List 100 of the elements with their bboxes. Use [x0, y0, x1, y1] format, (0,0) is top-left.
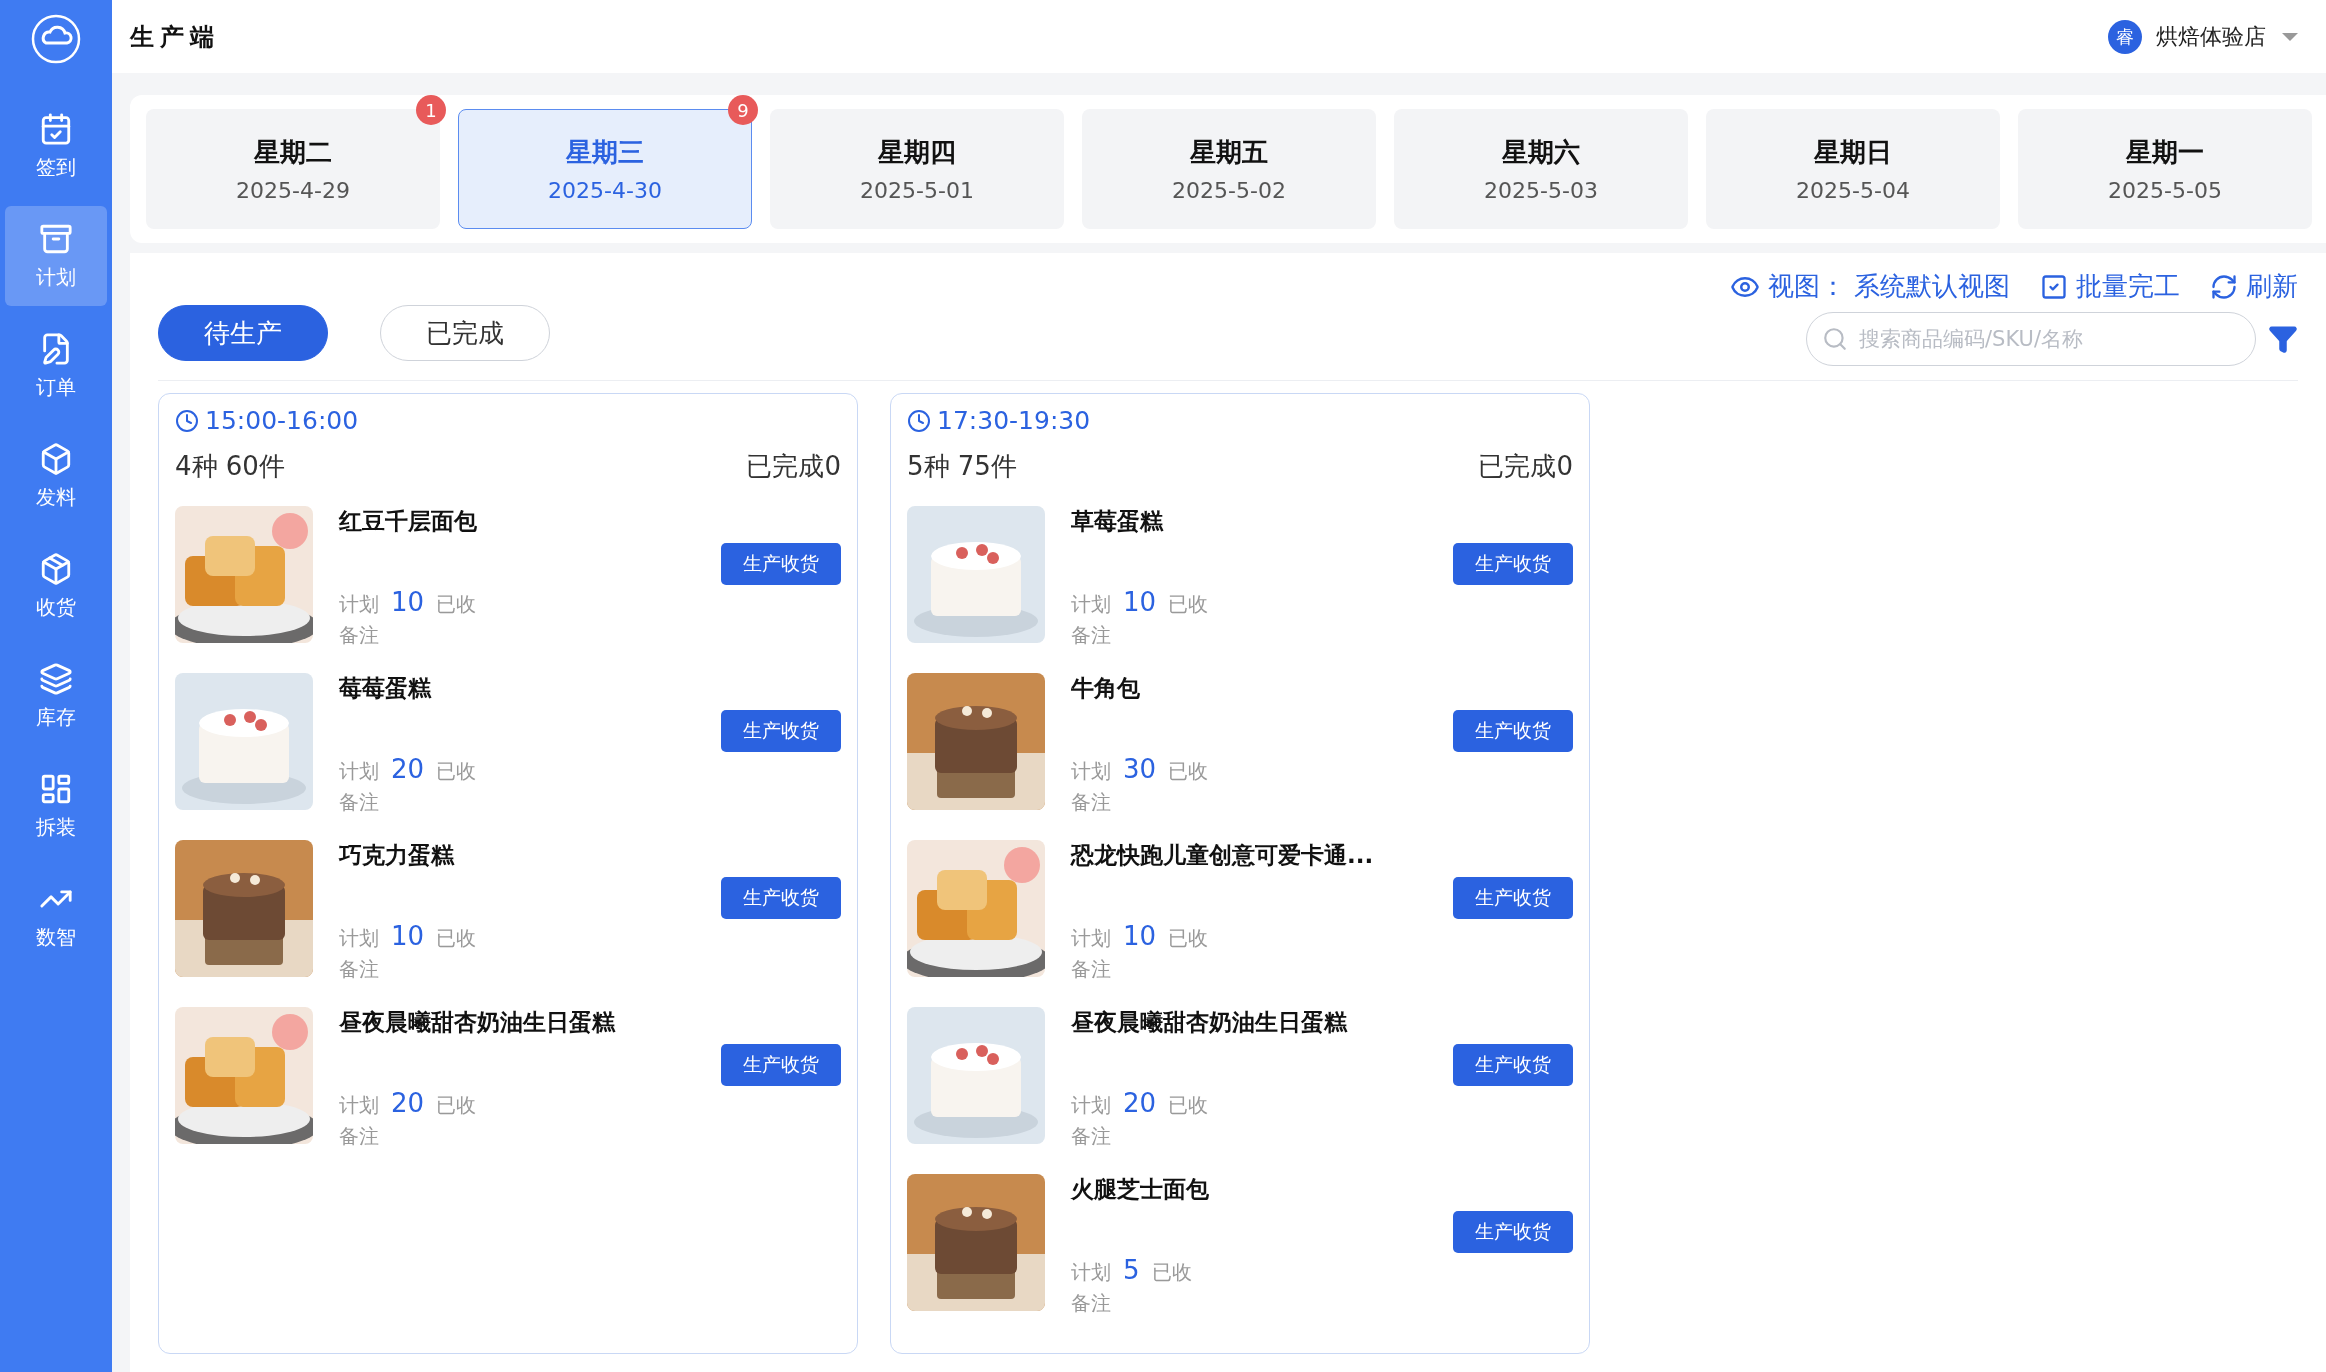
status-tab[interactable]: 已完成: [380, 305, 550, 361]
date: 2025-5-04: [1796, 178, 1910, 203]
plan-quantity: 20: [391, 754, 425, 784]
product-name: 昼夜晨曦甜杏奶油生日蛋糕: [339, 1008, 617, 1037]
sidebar-item[interactable]: 签到: [5, 96, 107, 196]
checkbox-icon: [2040, 272, 2068, 301]
slot-summary: 4种 60件: [175, 450, 285, 483]
plan-label: 计划: [1071, 925, 1111, 952]
view-name: 系统默认视图: [1854, 270, 2010, 303]
weekday: 星期日: [1814, 136, 1892, 169]
receive-button[interactable]: 生产收货: [1453, 1044, 1573, 1086]
nav-label: 订单: [36, 373, 76, 401]
day-tab[interactable]: 星期四 2025-5-01: [770, 109, 1064, 229]
nav-label: 计划: [36, 263, 76, 291]
nav-icon: [39, 551, 73, 586]
product-name: 巧克力蛋糕: [339, 841, 456, 870]
time-range: 17:30-19:30: [937, 406, 1091, 435]
product-name: 火腿芝士面包: [1071, 1175, 1210, 1204]
note-label: 备注: [1071, 1290, 1112, 1317]
note-label: 备注: [339, 622, 380, 649]
plan-label: 计划: [1071, 758, 1111, 785]
filter-icon[interactable]: [2268, 324, 2298, 354]
product-name: 牛角包: [1071, 674, 1141, 703]
plan-quantity: 10: [1123, 921, 1157, 951]
received-label: 已收: [1168, 758, 1209, 785]
weekday: 星期一: [2126, 136, 2204, 169]
page-title: 生产端: [130, 21, 220, 53]
note-label: 备注: [339, 956, 380, 983]
sidebar-item[interactable]: 订单: [5, 316, 107, 416]
receive-button[interactable]: 生产收货: [1453, 877, 1573, 919]
plan-quantity: 5: [1123, 1255, 1140, 1285]
nav-label: 数智: [36, 923, 76, 951]
weekday: 星期五: [1190, 136, 1268, 169]
batch-complete-button[interactable]: 批量完工: [2040, 269, 2180, 304]
refresh-label: 刷新: [2246, 270, 2298, 303]
sidebar-item[interactable]: 发料: [5, 426, 107, 526]
nav-label: 拆装: [36, 813, 76, 841]
plan-quantity: 20: [1123, 1088, 1157, 1118]
view-selector[interactable]: 视图： 系统默认视图: [1730, 269, 2010, 304]
nav-icon: [39, 111, 73, 146]
note-label: 备注: [1071, 622, 1112, 649]
clock-icon: [907, 408, 931, 433]
sidebar-item[interactable]: 收货: [5, 536, 107, 636]
date: 2025-5-02: [1172, 178, 1286, 203]
received-label: 已收: [436, 925, 477, 952]
received-label: 已收: [1168, 591, 1209, 618]
completed-count: 已完成0: [1478, 450, 1573, 483]
sidebar-item[interactable]: 拆装: [5, 756, 107, 856]
day-tab[interactable]: 星期五 2025-5-02: [1082, 109, 1376, 229]
sidebar-item[interactable]: 计划: [5, 206, 107, 306]
note-label: 备注: [339, 789, 380, 816]
nav-label: 收货: [36, 593, 76, 621]
caret-icon: [2280, 30, 2300, 43]
product-name: 莓莓蛋糕: [339, 674, 433, 703]
product-name: 红豆千层面包: [339, 507, 478, 536]
count-badge: 9: [728, 95, 758, 125]
date: 2025-5-01: [860, 178, 974, 203]
receive-button[interactable]: 生产收货: [1453, 543, 1573, 585]
product-name: 草莓蛋糕: [1071, 507, 1165, 536]
received-label: 已收: [1168, 925, 1209, 952]
nav-label: 签到: [36, 153, 76, 181]
clock-icon: [175, 408, 199, 433]
sidebar-item[interactable]: 数智: [5, 866, 107, 966]
product-name: 恐龙快跑儿童创意可爱卡通...: [1071, 841, 1375, 870]
plan-label: 计划: [1071, 1092, 1111, 1119]
receive-button[interactable]: 生产收货: [721, 710, 841, 752]
day-tab[interactable]: 星期日 2025-5-04: [1706, 109, 2000, 229]
time-range: 15:00-16:00: [205, 406, 359, 435]
plan-label: 计划: [339, 591, 379, 618]
weekday: 星期六: [1502, 136, 1580, 169]
received-label: 已收: [436, 1092, 477, 1119]
note-label: 备注: [1071, 789, 1112, 816]
plan-quantity: 20: [391, 1088, 425, 1118]
day-tab[interactable]: 星期六 2025-5-03: [1394, 109, 1688, 229]
view-label: 视图：: [1768, 270, 1846, 303]
receive-button[interactable]: 生产收货: [721, 1044, 841, 1086]
receive-button[interactable]: 生产收货: [1453, 710, 1573, 752]
plan-label: 计划: [339, 758, 379, 785]
refresh-button[interactable]: 刷新: [2210, 269, 2298, 304]
receive-button[interactable]: 生产收货: [1453, 1211, 1573, 1253]
weekday: 星期二: [254, 136, 332, 169]
count-badge: 1: [416, 95, 446, 125]
date: 2025-5-05: [2108, 178, 2222, 203]
search-field[interactable]: 搜索商品编码/SKU/名称: [1806, 312, 2256, 366]
completed-count: 已完成0: [746, 450, 841, 483]
note-label: 备注: [1071, 956, 1112, 983]
refresh-icon: [2210, 272, 2238, 301]
product-name: 昼夜晨曦甜杏奶油生日蛋糕: [1071, 1008, 1349, 1037]
sidebar-item[interactable]: 库存: [5, 646, 107, 746]
weekday: 星期四: [878, 136, 956, 169]
store-switcher[interactable]: 睿 烘焙体验店: [2108, 19, 2300, 54]
slot-summary: 5种 75件: [907, 450, 1017, 483]
status-tab[interactable]: 待生产: [158, 305, 328, 361]
receive-button[interactable]: 生产收货: [721, 543, 841, 585]
receive-button[interactable]: 生产收货: [721, 877, 841, 919]
logo-icon: [31, 14, 81, 64]
day-tab[interactable]: 星期一 2025-5-05: [2018, 109, 2312, 229]
received-label: 已收: [436, 758, 477, 785]
batch-label: 批量完工: [2076, 270, 2180, 303]
plan-quantity: 30: [1123, 754, 1157, 784]
